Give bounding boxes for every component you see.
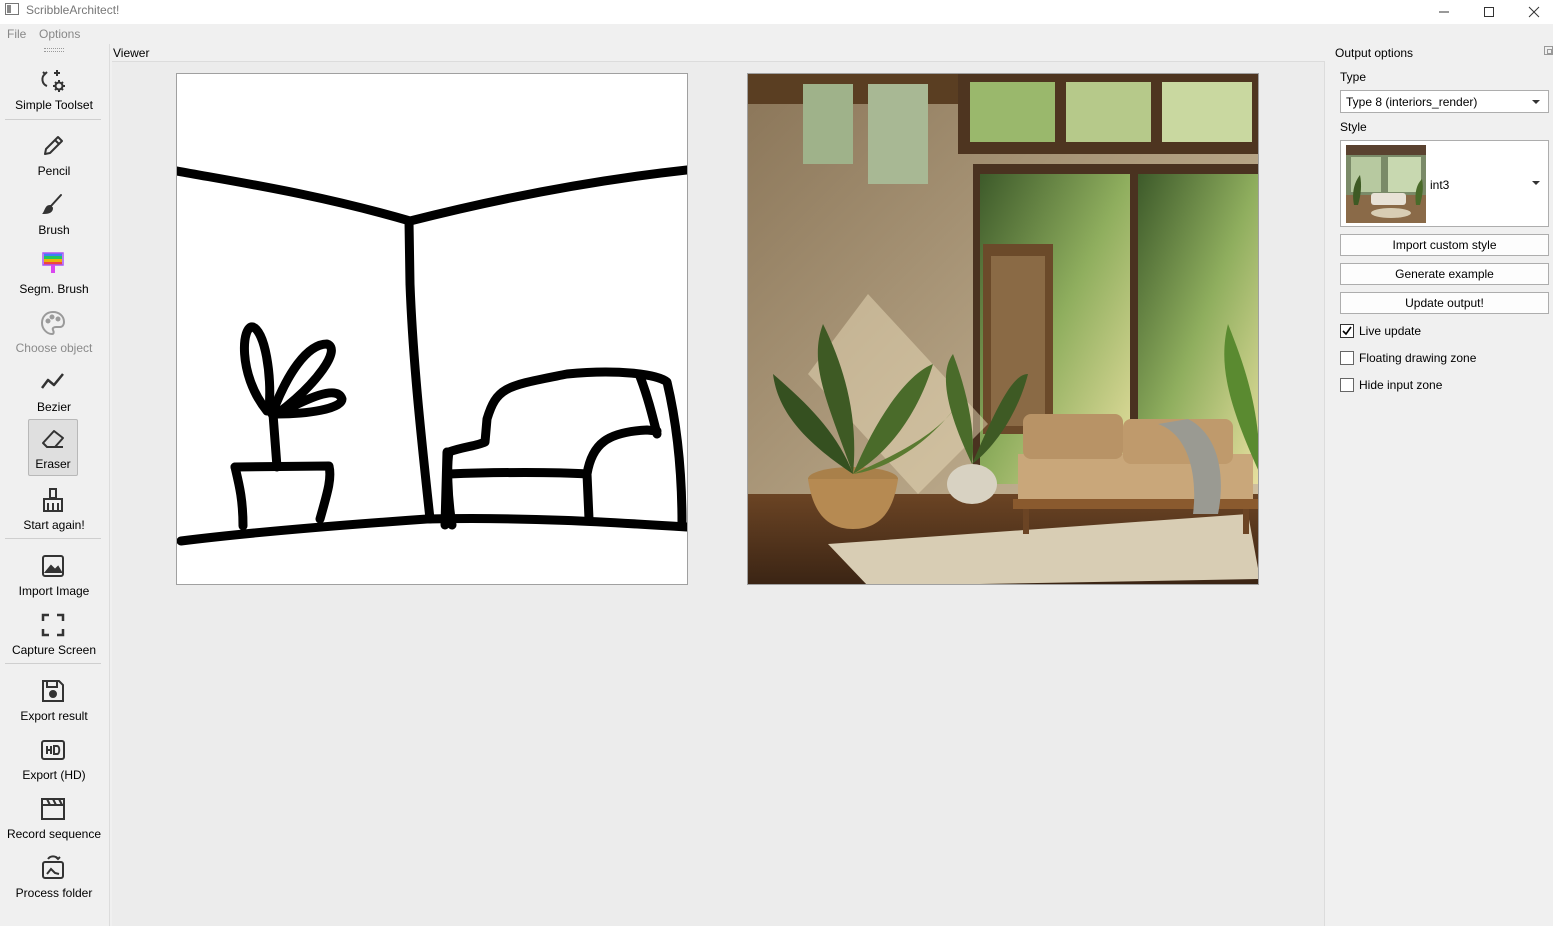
tool-start-again[interactable]: Start again! <box>0 481 108 538</box>
tool-label: Capture Screen <box>11 643 97 657</box>
menu-options[interactable]: Options <box>39 27 80 41</box>
tool-export-result[interactable]: Export result <box>0 672 108 729</box>
type-select[interactable]: Type 8 (interiors_render) <box>1340 90 1549 113</box>
image-icon <box>38 551 68 581</box>
tool-eraser[interactable]: Eraser <box>28 419 78 476</box>
tool-label: Brush <box>38 223 70 237</box>
tool-capture-screen[interactable]: Capture Screen <box>0 606 108 663</box>
maximize-button[interactable] <box>1466 0 1512 24</box>
chevron-down-icon <box>1532 100 1540 104</box>
tool-sidebar: Simple Toolset Pencil Brush Segm. Brush … <box>0 44 110 926</box>
drawing-canvas[interactable] <box>172 73 692 585</box>
output-render <box>747 73 1259 585</box>
tool-export-hd[interactable]: Export (HD) <box>0 731 108 788</box>
output-options-panel: Output options Type Type 8 (interiors_re… <box>1330 44 1553 926</box>
checkbox-label: Floating drawing zone <box>1359 351 1477 365</box>
tool-label: Record sequence <box>6 827 102 841</box>
panel-title: Output options <box>1335 46 1414 60</box>
checkbox-box[interactable] <box>1340 378 1354 392</box>
checkbox-label: Live update <box>1359 324 1422 338</box>
clapperboard-icon <box>38 794 68 824</box>
close-button[interactable] <box>1511 0 1553 24</box>
menu-file[interactable]: File <box>7 27 26 41</box>
maximize-icon <box>1484 7 1494 17</box>
palette-icon <box>38 308 68 338</box>
render-image <box>748 74 1258 584</box>
window-title: ScribbleArchitect! <box>26 3 120 17</box>
tool-label: Eraser <box>35 457 71 471</box>
toolset-icon <box>38 65 68 95</box>
pencil-icon <box>38 131 68 161</box>
checkmark-icon <box>1342 326 1352 336</box>
close-icon <box>1528 6 1540 18</box>
tool-label: Start again! <box>23 518 85 532</box>
toolbar-separator <box>5 663 101 664</box>
bezier-icon <box>38 367 68 397</box>
folder-process-icon <box>38 853 68 883</box>
tool-import-image[interactable]: Import Image <box>0 547 108 604</box>
tool-segm-brush[interactable]: Segm. Brush <box>0 245 108 302</box>
capture-icon <box>38 610 68 640</box>
toolbar-grip[interactable] <box>44 48 64 52</box>
type-label: Type <box>1340 70 1367 84</box>
checkbox-box[interactable] <box>1340 351 1354 365</box>
tool-label: Export (HD) <box>22 768 86 782</box>
minimize-icon <box>1439 11 1449 13</box>
style-select-value: int3 <box>1430 178 1450 192</box>
tool-choose-object[interactable]: Choose object <box>0 304 108 361</box>
broom-icon <box>38 485 68 515</box>
generate-example-button[interactable]: Generate example <box>1340 263 1549 285</box>
tool-label: Segm. Brush <box>19 282 89 296</box>
tool-label: Import Image <box>18 584 90 598</box>
tool-record-sequence[interactable]: Record sequence <box>0 790 108 847</box>
update-output-button[interactable]: Update output! <box>1340 292 1549 314</box>
hd-icon <box>38 735 68 765</box>
sketch-drawing <box>172 165 692 546</box>
toolbar-separator <box>5 119 101 120</box>
tool-process-folder[interactable]: Process folder <box>0 849 108 906</box>
tool-simple-toolset[interactable]: Simple Toolset <box>0 61 108 118</box>
tool-label: Pencil <box>37 164 71 178</box>
undock-icon[interactable] <box>1544 46 1553 55</box>
checkbox-box[interactable] <box>1340 324 1354 338</box>
panel-splitter[interactable] <box>1324 61 1325 926</box>
menu-bar: File Options <box>0 24 1553 44</box>
minimize-button[interactable] <box>1421 0 1467 24</box>
style-thumbnail <box>1346 145 1426 223</box>
import-custom-style-button[interactable]: Import custom style <box>1340 234 1549 256</box>
tool-label: Bezier <box>36 400 71 414</box>
viewer-label: Viewer <box>113 46 150 60</box>
tool-pencil[interactable]: Pencil <box>0 127 108 184</box>
toolbar-separator <box>5 538 101 539</box>
brush-icon <box>38 190 68 220</box>
tool-label: Simple Toolset <box>15 98 93 112</box>
tool-label: Export result <box>20 709 88 723</box>
tool-label: Choose object <box>15 341 93 355</box>
tool-label: Process folder <box>15 886 93 900</box>
type-select-value: Type 8 (interiors_render) <box>1346 95 1478 109</box>
app-icon <box>5 3 19 15</box>
style-label: Style <box>1340 120 1367 134</box>
chevron-down-icon <box>1532 181 1540 185</box>
checkbox-label: Hide input zone <box>1359 378 1443 392</box>
title-bar: ScribbleArchitect! <box>0 0 1553 24</box>
segmentation-brush-icon <box>38 249 68 279</box>
save-icon <box>38 676 68 706</box>
tool-brush[interactable]: Brush <box>0 186 108 243</box>
tool-bezier[interactable]: Bezier <box>0 363 108 420</box>
style-select[interactable]: int3 <box>1340 140 1549 227</box>
eraser-icon <box>38 424 68 454</box>
